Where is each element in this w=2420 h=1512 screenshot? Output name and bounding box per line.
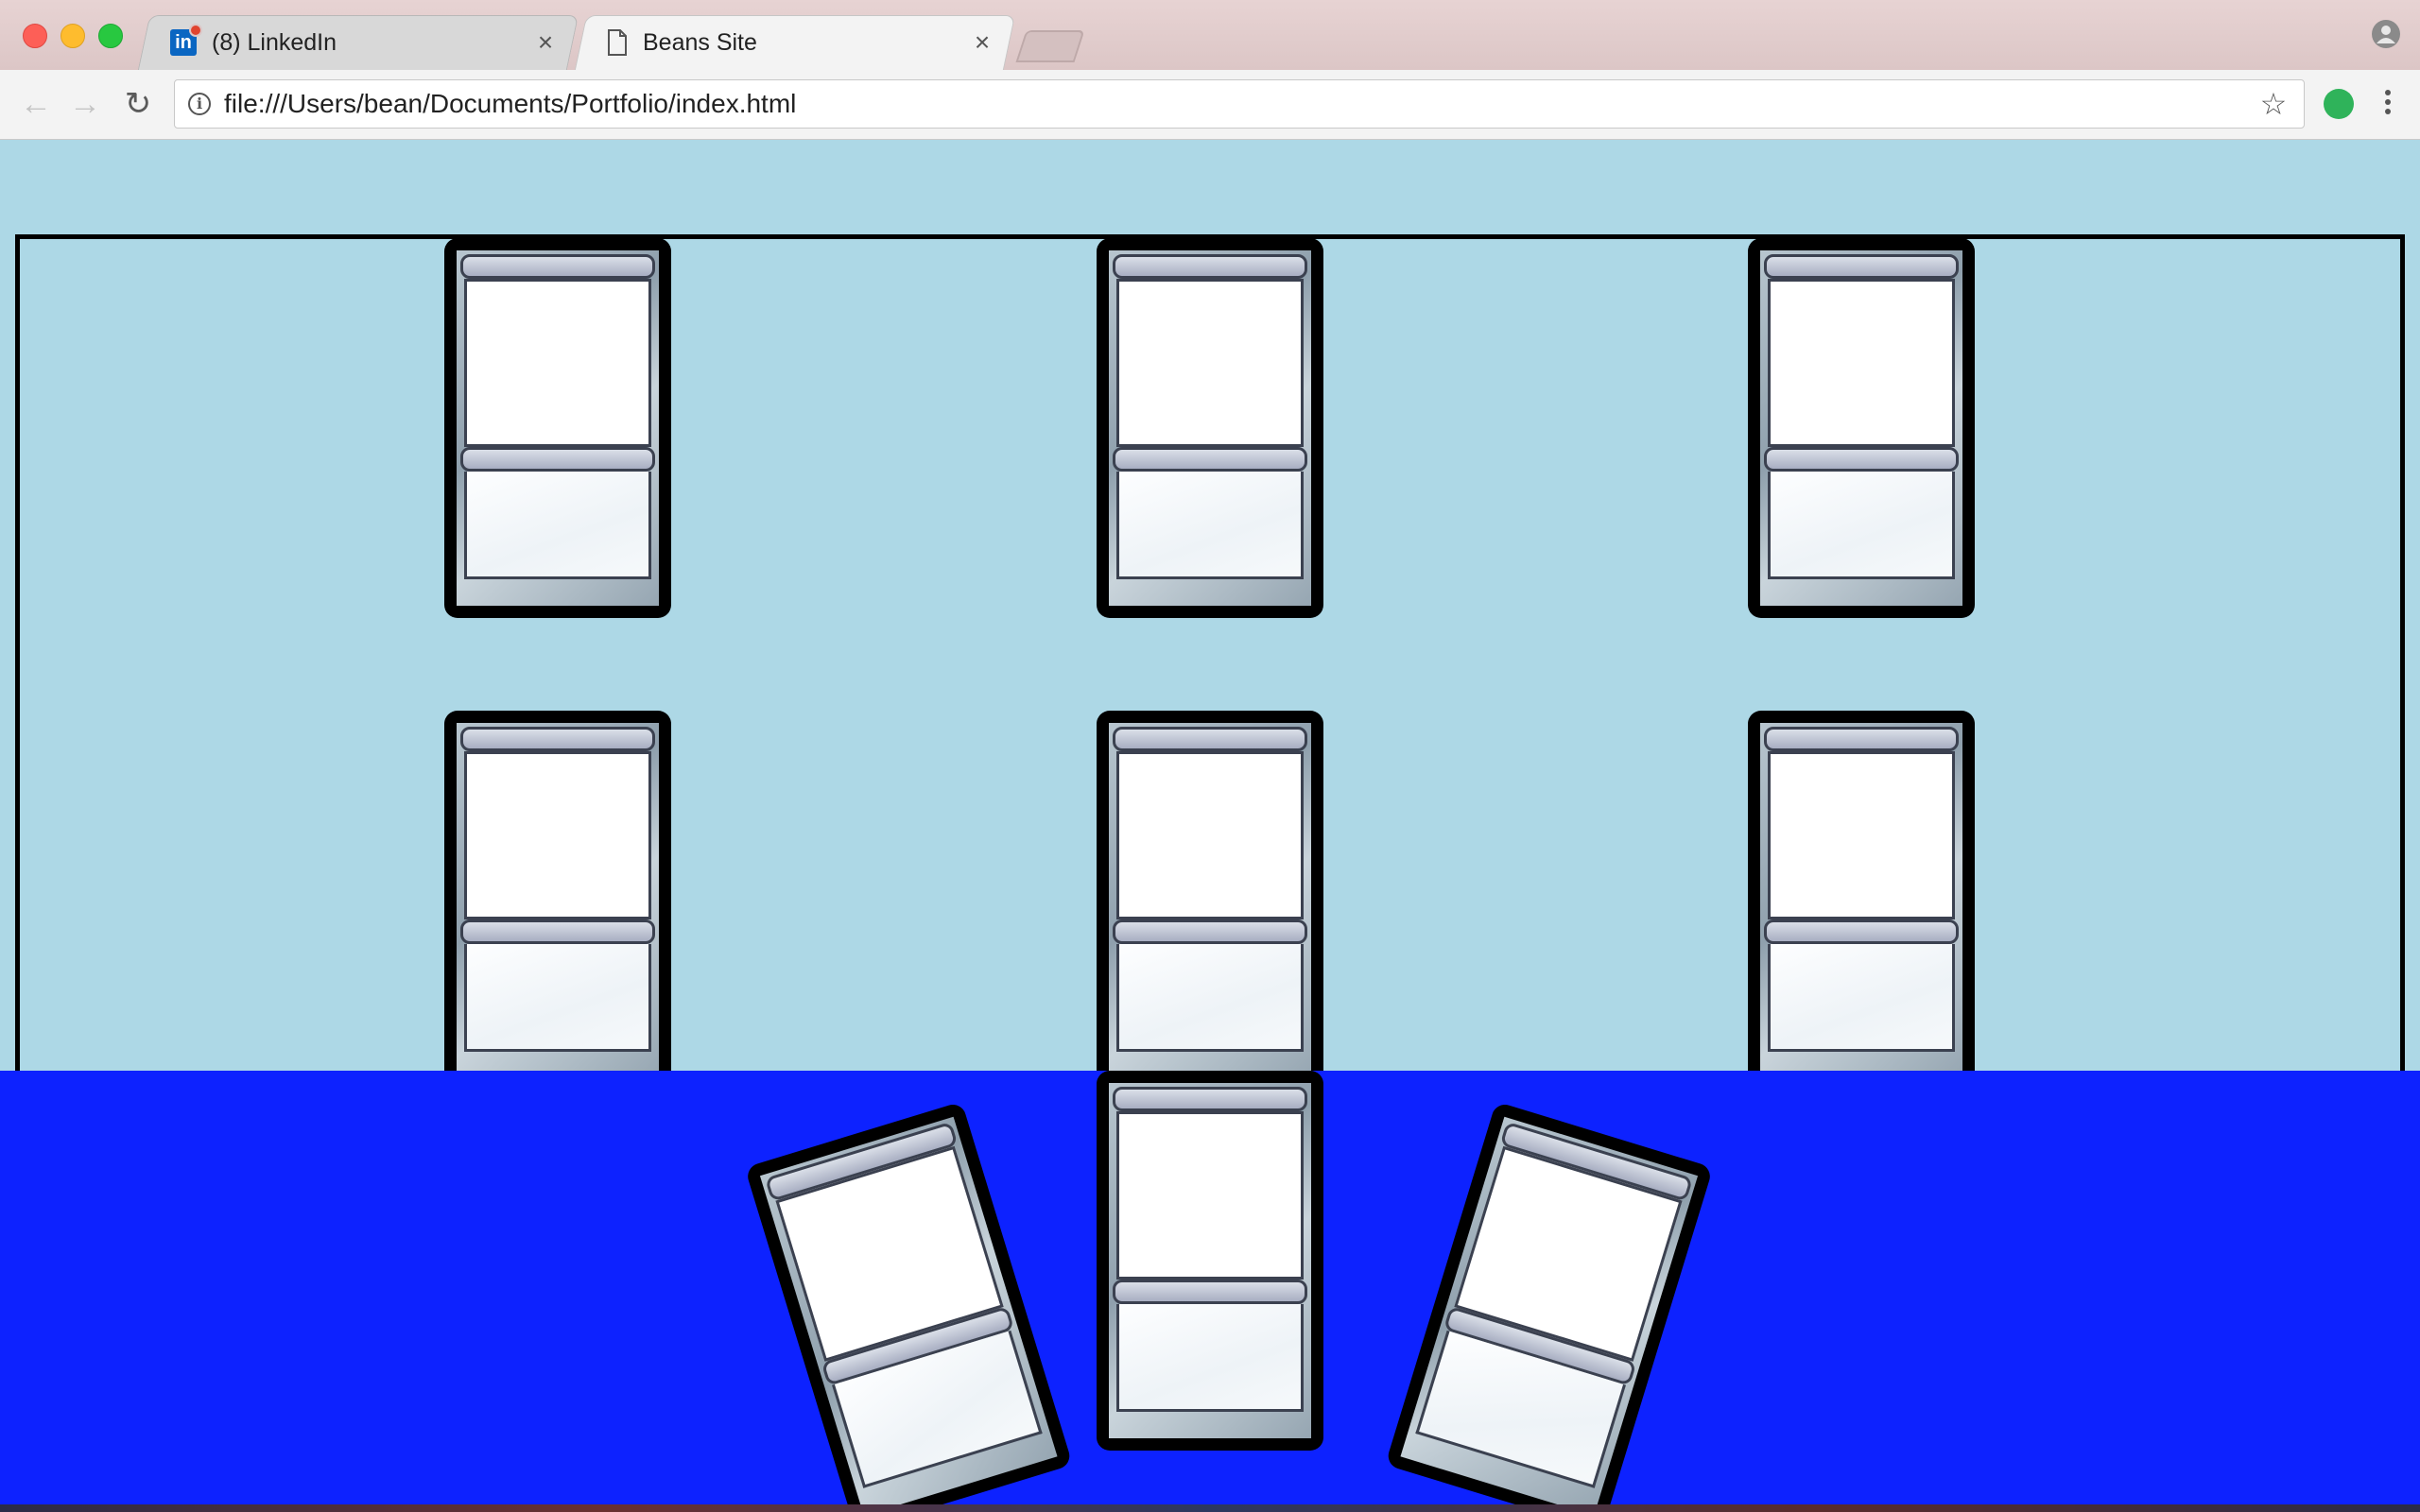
- forward-button[interactable]: →: [68, 87, 102, 121]
- board-card[interactable]: [444, 238, 671, 618]
- window-maximize-button[interactable]: [98, 24, 123, 48]
- tab-title: (8) LinkedIn: [212, 28, 337, 56]
- browser-title-bar: in (8) LinkedIn × Beans Site ×: [0, 0, 2420, 70]
- new-tab-button[interactable]: [1015, 30, 1085, 62]
- tab-title: Beans Site: [643, 28, 757, 56]
- hand-area: [0, 1071, 2420, 1504]
- window-minimize-button[interactable]: [60, 24, 85, 48]
- board-card[interactable]: [1748, 238, 1975, 618]
- tab-close-button[interactable]: ×: [531, 27, 560, 58]
- info-icon[interactable]: i: [188, 93, 211, 115]
- tab-close-button[interactable]: ×: [968, 27, 996, 58]
- url-text[interactable]: file:///Users/bean/Documents/Portfolio/i…: [224, 89, 2255, 119]
- browser-toolbar: ← → ↻ i file:///Users/bean/Documents/Por…: [0, 70, 2420, 140]
- hand-card[interactable]: [1097, 1071, 1323, 1451]
- address-bar[interactable]: i file:///Users/bean/Documents/Portfolio…: [174, 79, 2305, 129]
- board-card[interactable]: [1097, 238, 1323, 618]
- bookmark-star-icon[interactable]: ☆: [2255, 86, 2292, 122]
- profile-icon[interactable]: [2371, 19, 2401, 49]
- board-card[interactable]: [1097, 711, 1323, 1091]
- window-close-button[interactable]: [23, 24, 47, 48]
- document-icon: [608, 29, 627, 56]
- board-card[interactable]: [1748, 711, 1975, 1091]
- extension-icon[interactable]: [2324, 89, 2354, 119]
- hand-card[interactable]: [744, 1101, 1073, 1504]
- reload-button[interactable]: ↻: [121, 87, 155, 121]
- tab-beans-site[interactable]: Beans Site ×: [574, 15, 1016, 70]
- back-button[interactable]: ←: [19, 87, 53, 121]
- tab-linkedin[interactable]: in (8) LinkedIn ×: [137, 15, 579, 70]
- bottom-edge-strip: [0, 1504, 2420, 1512]
- browser-menu-icon[interactable]: [2378, 87, 2397, 121]
- linkedin-icon: in: [170, 24, 202, 56]
- board-card[interactable]: [444, 711, 671, 1091]
- hand-card[interactable]: [1385, 1101, 1714, 1504]
